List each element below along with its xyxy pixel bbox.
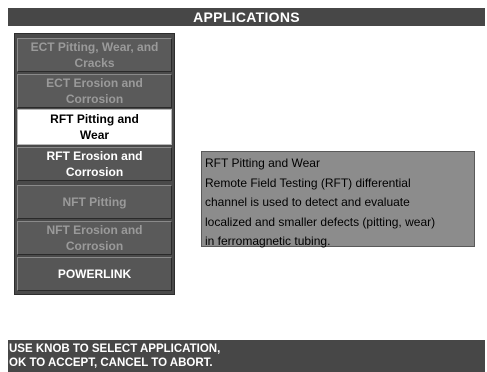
description-line: channel is used to detect and evaluate [205,195,410,209]
app-item-label: NFT Pitting [62,195,127,209]
app-item-ect-erosion-corrosion[interactable]: ECT Erosion and Corrosion [17,74,172,108]
app-item-ect-pitting-wear-cracks[interactable]: ECT Pitting, Wear, and Cracks [17,38,172,72]
app-item-label: NFT Erosion and Corrosion [46,223,143,253]
app-item-powerlink[interactable]: POWERLINK [17,257,172,291]
application-list: ECT Pitting, Wear, and Cracks ECT Erosio… [14,33,175,295]
application-description-panel: RFT Pitting and Wear Remote Field Testin… [201,151,475,248]
description-line: Remote Field Testing (RFT) differential [205,175,411,190]
description-line: localized and smaller defects (pitting, … [205,214,436,229]
app-item-label: POWERLINK [57,267,132,281]
page-title: APPLICATIONS [8,8,485,26]
description-line: in ferromagnetic tubing. [205,234,331,248]
app-item-rft-erosion-corrosion[interactable]: RFT Erosion and Corrosion [17,147,172,181]
app-item-label: ECT Pitting, Wear, and Cracks [30,40,159,70]
app-item-nft-pitting[interactable]: NFT Pitting [17,185,172,219]
app-item-label: RFT Pitting and Wear [50,112,139,142]
app-item-nft-erosion-corrosion[interactable]: NFT Erosion and Corrosion [17,221,172,255]
instruction-line: OK TO ACCEPT, CANCEL TO ABORT. [9,357,213,369]
description-title: RFT Pitting and Wear [205,156,320,170]
app-item-label: ECT Erosion and Corrosion [46,76,143,106]
instruction-bar: USE KNOB TO SELECT APPLICATION, OK TO AC… [8,340,485,372]
instruction-line: USE KNOB TO SELECT APPLICATION, [9,343,221,355]
app-item-label: RFT Erosion and Corrosion [46,149,143,179]
app-item-rft-pitting-wear[interactable]: RFT Pitting and Wear [17,109,172,145]
